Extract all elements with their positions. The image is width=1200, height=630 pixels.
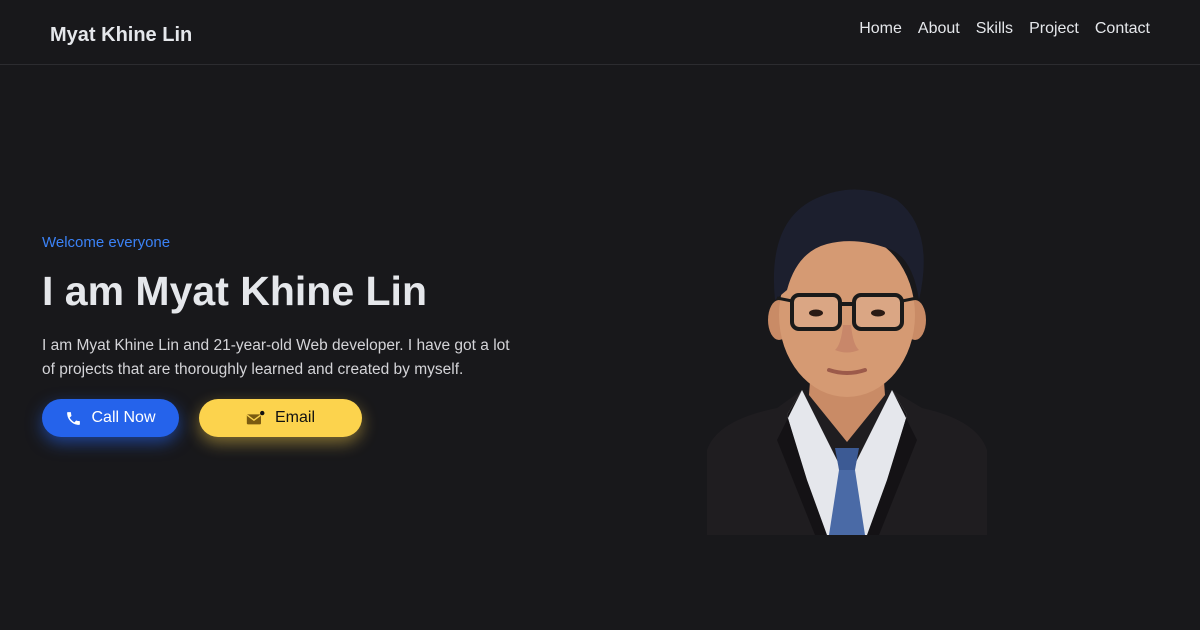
profile-photo bbox=[707, 180, 987, 535]
nav-link-home[interactable]: Home bbox=[859, 20, 902, 38]
brand-name[interactable]: Myat Khine Lin bbox=[50, 24, 192, 47]
navbar: Myat Khine Lin Home About Skills Project… bbox=[0, 0, 1200, 65]
hero-section: Welcome everyone I am Myat Khine Lin I a… bbox=[42, 234, 512, 438]
nav-link-project[interactable]: Project bbox=[1029, 20, 1079, 38]
welcome-text: Welcome everyone bbox=[42, 234, 171, 251]
nav-links: Home About Skills Project Contact bbox=[859, 20, 1150, 38]
nav-link-contact[interactable]: Contact bbox=[1095, 20, 1150, 38]
call-now-label: Call Now bbox=[91, 409, 156, 427]
call-now-button[interactable]: Call Now bbox=[42, 399, 179, 438]
hero-actions: Call Now Email bbox=[42, 399, 512, 438]
mail-icon bbox=[246, 410, 266, 427]
phone-icon bbox=[65, 410, 82, 427]
nav-link-skills[interactable]: Skills bbox=[976, 20, 1013, 38]
hero-intro: I am Myat Khine Lin and 21-year-old Web … bbox=[42, 337, 510, 379]
email-button[interactable]: Email bbox=[199, 399, 362, 438]
nav-link-about[interactable]: About bbox=[918, 20, 960, 38]
hero-headline: I am Myat Khine Lin bbox=[42, 268, 427, 314]
email-label: Email bbox=[274, 409, 315, 427]
